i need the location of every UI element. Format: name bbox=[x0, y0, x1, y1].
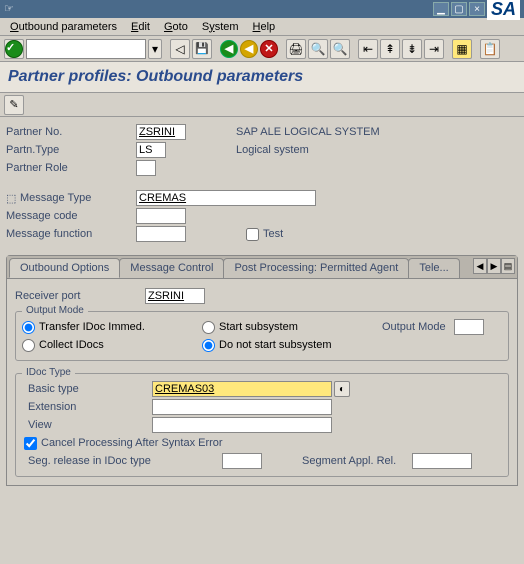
command-field[interactable] bbox=[26, 39, 146, 59]
partner-no-desc: SAP ALE LOGICAL SYSTEM bbox=[236, 126, 380, 138]
find-next-button[interactable]: 🔍 bbox=[330, 39, 350, 59]
partn-type-label: Partn.Type bbox=[6, 144, 136, 156]
last-page-button[interactable]: ⇥ bbox=[424, 39, 444, 59]
menubar: OOutbound parametersutbound parameters E… bbox=[0, 18, 524, 36]
extension-label: Extension bbox=[22, 401, 152, 413]
check-icon bbox=[5, 40, 23, 58]
cancel-syntax-checkbox[interactable] bbox=[24, 437, 37, 450]
seg-appl-label: Segment Appl. Rel. bbox=[302, 455, 412, 467]
msg-type-icon: ⬚ bbox=[6, 192, 20, 205]
app-toolbar: ✎ bbox=[0, 93, 524, 117]
menu-system[interactable]: System bbox=[196, 19, 245, 35]
msg-func-field[interactable] bbox=[136, 226, 186, 242]
nav-cancel-button[interactable]: ✕ bbox=[260, 40, 278, 58]
maximize-button[interactable]: ▢ bbox=[451, 2, 467, 16]
enter-button[interactable] bbox=[4, 39, 24, 59]
seg-release-label: Seg. release in IDoc type bbox=[22, 455, 222, 467]
view-label: View bbox=[22, 419, 152, 431]
menu-outbound[interactable]: OOutbound parametersutbound parameters bbox=[4, 19, 123, 35]
msg-code-label: Message code bbox=[6, 210, 136, 222]
msg-code-field[interactable] bbox=[136, 208, 186, 224]
radio-transfer-immed-label: Transfer IDoc Immed. bbox=[39, 321, 145, 333]
save-icon: 💾 bbox=[195, 42, 209, 55]
partn-type-field[interactable]: LS bbox=[136, 142, 166, 158]
radio-transfer-immed[interactable] bbox=[22, 321, 35, 334]
radio-start-subsystem-label: Start subsystem bbox=[219, 321, 298, 333]
save-button[interactable]: 💾 bbox=[192, 39, 212, 59]
back-button[interactable]: ◁ bbox=[170, 39, 190, 59]
shortcut-button[interactable]: 📋 bbox=[480, 39, 500, 59]
output-mode-legend: Output Mode bbox=[22, 305, 88, 316]
menu-help[interactable]: Help bbox=[247, 19, 282, 35]
close-button[interactable]: × bbox=[469, 2, 485, 16]
receiver-port-label: Receiver port bbox=[15, 290, 145, 302]
nav-back-button[interactable]: ◀ bbox=[220, 40, 238, 58]
wand-icon: ✎ bbox=[9, 98, 18, 111]
partner-no-label: Partner No. bbox=[6, 126, 136, 138]
basic-type-label: Basic type bbox=[22, 383, 152, 395]
output-mode-label: Output Mode bbox=[382, 321, 446, 333]
page-title-bar: Partner profiles: Outbound parameters bbox=[0, 62, 524, 93]
msg-type-label: Message Type bbox=[20, 192, 136, 204]
radio-no-start-subsystem[interactable] bbox=[202, 339, 215, 352]
partn-type-desc: Logical system bbox=[236, 144, 309, 156]
radio-collect-idocs-label: Collect IDocs bbox=[39, 339, 104, 351]
test-label: Test bbox=[263, 228, 283, 240]
basic-type-field[interactable]: CREMAS03 bbox=[152, 381, 332, 397]
radio-no-start-subsystem-label: Do not start subsystem bbox=[219, 339, 332, 351]
tab-scroll-left[interactable]: ◀ bbox=[473, 258, 487, 274]
view-field[interactable] bbox=[152, 417, 332, 433]
sap-logo: SA bbox=[487, 0, 520, 20]
receiver-port-field[interactable]: ZSRINI bbox=[145, 288, 205, 304]
msg-type-field[interactable]: CREMAS bbox=[136, 190, 316, 206]
radio-start-subsystem[interactable] bbox=[202, 321, 215, 334]
page-title: Partner profiles: Outbound parameters bbox=[8, 68, 303, 85]
tab-list[interactable]: ▤ bbox=[501, 258, 515, 274]
menu-goto[interactable]: Goto bbox=[158, 19, 194, 35]
radio-collect-idocs[interactable] bbox=[22, 339, 35, 352]
tab-message-control[interactable]: Message Control bbox=[119, 258, 224, 278]
partner-role-field[interactable] bbox=[136, 160, 156, 176]
find-button[interactable]: 🔍 bbox=[308, 39, 328, 59]
app-icon: ☞ bbox=[4, 2, 18, 16]
print-button[interactable]: 🖨 bbox=[286, 39, 306, 59]
seg-appl-field[interactable] bbox=[412, 453, 472, 469]
tab-scroll-right[interactable]: ▶ bbox=[487, 258, 501, 274]
tab-tele[interactable]: Tele... bbox=[408, 258, 459, 278]
tab-outbound-options[interactable]: Outbound Options bbox=[9, 258, 120, 278]
nav-exit-button[interactable]: ◀ bbox=[240, 40, 258, 58]
partner-no-field[interactable]: ZSRINI bbox=[136, 124, 186, 140]
seg-release-field[interactable] bbox=[222, 453, 262, 469]
output-mode-field[interactable] bbox=[454, 319, 484, 335]
basic-type-help-button[interactable]: ◐ bbox=[334, 381, 350, 397]
first-page-button[interactable]: ⇤ bbox=[358, 39, 378, 59]
wand-button[interactable]: ✎ bbox=[4, 95, 24, 115]
extension-field[interactable] bbox=[152, 399, 332, 415]
partner-role-label: Partner Role bbox=[6, 162, 136, 174]
tab-post-processing[interactable]: Post Processing: Permitted Agent bbox=[223, 258, 409, 278]
standard-toolbar: ▾ ◁ 💾 ◀ ◀ ✕ 🖨 🔍 🔍 ⇤ ⇞ ⇟ ⇥ ▦ 📋 bbox=[0, 36, 524, 62]
idoc-type-legend: IDoc Type bbox=[22, 367, 75, 378]
next-page-button[interactable]: ⇟ bbox=[402, 39, 422, 59]
cancel-syntax-label: Cancel Processing After Syntax Error bbox=[41, 437, 223, 449]
command-dropdown[interactable]: ▾ bbox=[148, 39, 162, 59]
minimize-button[interactable]: ▁ bbox=[433, 2, 449, 16]
menu-edit[interactable]: Edit bbox=[125, 19, 156, 35]
msg-func-label: Message function bbox=[6, 228, 136, 240]
test-checkbox[interactable] bbox=[246, 228, 259, 241]
prev-page-button[interactable]: ⇞ bbox=[380, 39, 400, 59]
new-session-button[interactable]: ▦ bbox=[452, 39, 472, 59]
